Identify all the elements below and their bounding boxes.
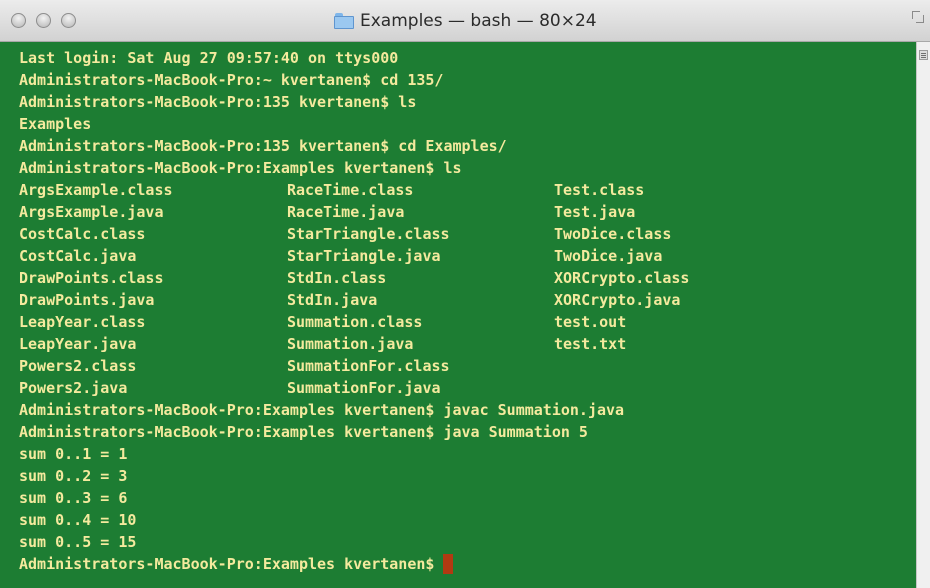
listing-entry: StarTriangle.class [287, 225, 450, 243]
listing-entry: SummationFor.class [287, 357, 450, 375]
listing-entry: XORCrypto.java [554, 291, 681, 309]
terminal-line: sum 0..5 = 15 [19, 533, 137, 551]
listing-entry: ArgsExample.java [19, 203, 164, 221]
listing-entry: Summation.java [287, 335, 414, 353]
listing-entry: DrawPoints.class [19, 269, 164, 287]
listing-entry: test.out [554, 313, 627, 331]
terminal-line: Administrators-MacBook-Pro:Examples kver… [19, 401, 625, 419]
terminal-line: Last login: Sat Aug 27 09:57:40 on ttys0… [19, 49, 399, 67]
terminal-line: Administrators-MacBook-Pro:135 kvertanen… [19, 93, 417, 111]
listing-entry: test.txt [554, 335, 627, 353]
listing-entry: CostCalc.class [19, 225, 146, 243]
scrollbar[interactable] [916, 42, 930, 588]
terminal-line: Administrators-MacBook-Pro:~ kvertanen$ … [19, 71, 444, 89]
window-title-text: Examples — bash — 80×24 [360, 11, 597, 31]
command-prompt[interactable]: Administrators-MacBook-Pro:Examples kver… [19, 553, 454, 575]
listing-entry: StdIn.java [287, 291, 378, 309]
terminal-line: sum 0..4 = 10 [19, 511, 137, 529]
listing-entry: RaceTime.class [287, 181, 414, 199]
terminal-line: sum 0..2 = 3 [19, 467, 128, 485]
folder-icon [334, 13, 354, 29]
terminal-line: sum 0..3 = 6 [19, 489, 128, 507]
terminal-line: Examples [19, 115, 92, 133]
listing-entry: Summation.class [287, 313, 423, 331]
listing-entry: TwoDice.class [554, 225, 672, 243]
listing-entry: Test.java [554, 203, 636, 221]
listing-entry: LeapYear.class [19, 313, 146, 331]
terminal-line: Administrators-MacBook-Pro:135 kvertanen… [19, 137, 507, 155]
title-bar: Examples — bash — 80×24 [0, 0, 930, 42]
listing-entry: LeapYear.java [19, 335, 137, 353]
listing-entry: Powers2.java [19, 379, 128, 397]
terminal-output[interactable]: Last login: Sat Aug 27 09:57:40 on ttys0… [0, 42, 916, 588]
terminal-line: sum 0..1 = 1 [19, 445, 128, 463]
listing-entry: DrawPoints.java [19, 291, 155, 309]
terminal-line: Administrators-MacBook-Pro:Examples kver… [19, 159, 462, 177]
terminal-line: Administrators-MacBook-Pro:Examples kver… [19, 423, 588, 441]
zoom-button-icon[interactable] [61, 13, 76, 28]
window-title: Examples — bash — 80×24 [334, 10, 597, 32]
listing-entry: CostCalc.java [19, 247, 137, 265]
close-button-icon[interactable] [11, 13, 26, 28]
listing-entry: Powers2.class [19, 357, 137, 375]
listing-entry: SummationFor.java [287, 379, 441, 397]
listing-entry: ArgsExample.class [19, 181, 173, 199]
listing-entry: Test.class [554, 181, 645, 199]
listing-entry: RaceTime.java [287, 203, 405, 221]
listing-entry: StdIn.class [287, 269, 387, 287]
prompt-text: Administrators-MacBook-Pro:Examples kver… [19, 555, 444, 573]
listing-entry: XORCrypto.class [554, 269, 690, 287]
minimize-button-icon[interactable] [36, 13, 51, 28]
text-cursor [443, 554, 454, 574]
fullscreen-icon[interactable] [910, 9, 924, 23]
listing-entry: StarTriangle.java [287, 247, 441, 265]
scroll-marker-icon [919, 50, 928, 60]
listing-entry: TwoDice.java [554, 247, 663, 265]
